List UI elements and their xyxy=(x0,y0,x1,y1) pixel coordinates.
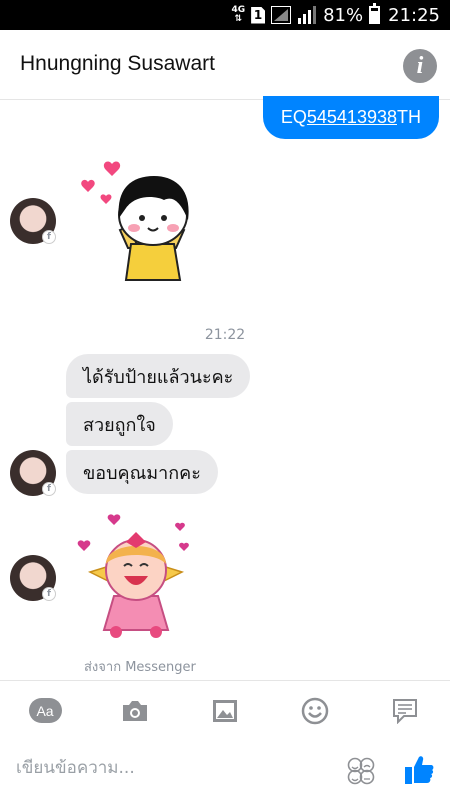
composer-toolbar: Aa xyxy=(0,680,450,740)
network-indicator: 4G ⇅ xyxy=(231,5,246,24)
signal-strength-icon xyxy=(298,6,317,24)
sim-number: 1 xyxy=(253,8,263,22)
network-type: 4G xyxy=(231,5,246,15)
messenger-badge-icon: f xyxy=(42,482,56,496)
camera-glyph xyxy=(123,700,147,721)
smiley-glyph xyxy=(301,697,329,724)
sim-icon: 1 xyxy=(251,6,266,24)
quick-reply-icon[interactable] xyxy=(385,691,425,731)
conversation-header: Hnungning Susawart i xyxy=(0,30,450,100)
battery-icon xyxy=(369,3,381,24)
received-message-bubble[interactable]: ได้รับป้ายแล้วนะคะ xyxy=(66,354,251,398)
signal-icon xyxy=(271,6,292,24)
sent-message-bubble[interactable]: EQ 545413938 TH xyxy=(262,96,439,139)
tracking-prefix: EQ xyxy=(280,107,307,127)
text-icon[interactable]: Aa xyxy=(25,691,65,731)
sent-from-label: ส่งจาก Messenger xyxy=(84,660,196,675)
messenger-badge-icon: f xyxy=(42,587,56,601)
messenger-badge-icon: f xyxy=(42,230,56,244)
status-bar: 4G ⇅ 1 81% 21:25 xyxy=(0,0,450,30)
stickers-icon[interactable] xyxy=(346,756,376,786)
message-input[interactable] xyxy=(16,758,316,778)
aa-badge: Aa xyxy=(28,698,62,723)
received-message-bubble[interactable]: ขอบคุณมากคะ xyxy=(66,450,218,494)
thumbs-up-icon[interactable] xyxy=(403,754,435,786)
contact-name[interactable]: Hnungning Susawart xyxy=(20,52,215,76)
camera-icon[interactable] xyxy=(115,691,155,731)
candy-sticker[interactable] xyxy=(76,512,196,642)
compose-row xyxy=(0,740,450,800)
chat-glyph xyxy=(393,698,417,724)
avatar[interactable]: f xyxy=(10,555,56,601)
message-timestamp: 21:22 xyxy=(204,327,246,343)
battery-percent: 81% xyxy=(323,4,364,26)
clock: 21:25 xyxy=(388,4,440,26)
gallery-icon[interactable] xyxy=(205,691,245,731)
tracking-suffix: TH xyxy=(397,107,421,127)
emoji-icon[interactable] xyxy=(295,691,335,731)
gallery-glyph xyxy=(213,699,237,722)
girl-sticker[interactable] xyxy=(76,160,206,285)
info-icon[interactable]: i xyxy=(403,49,437,83)
tracking-link[interactable]: 545413938 xyxy=(307,107,397,128)
received-message-bubble[interactable]: สวยถูกใจ xyxy=(66,402,173,446)
avatar[interactable]: f xyxy=(10,450,56,496)
avatar[interactable]: f xyxy=(10,198,56,244)
